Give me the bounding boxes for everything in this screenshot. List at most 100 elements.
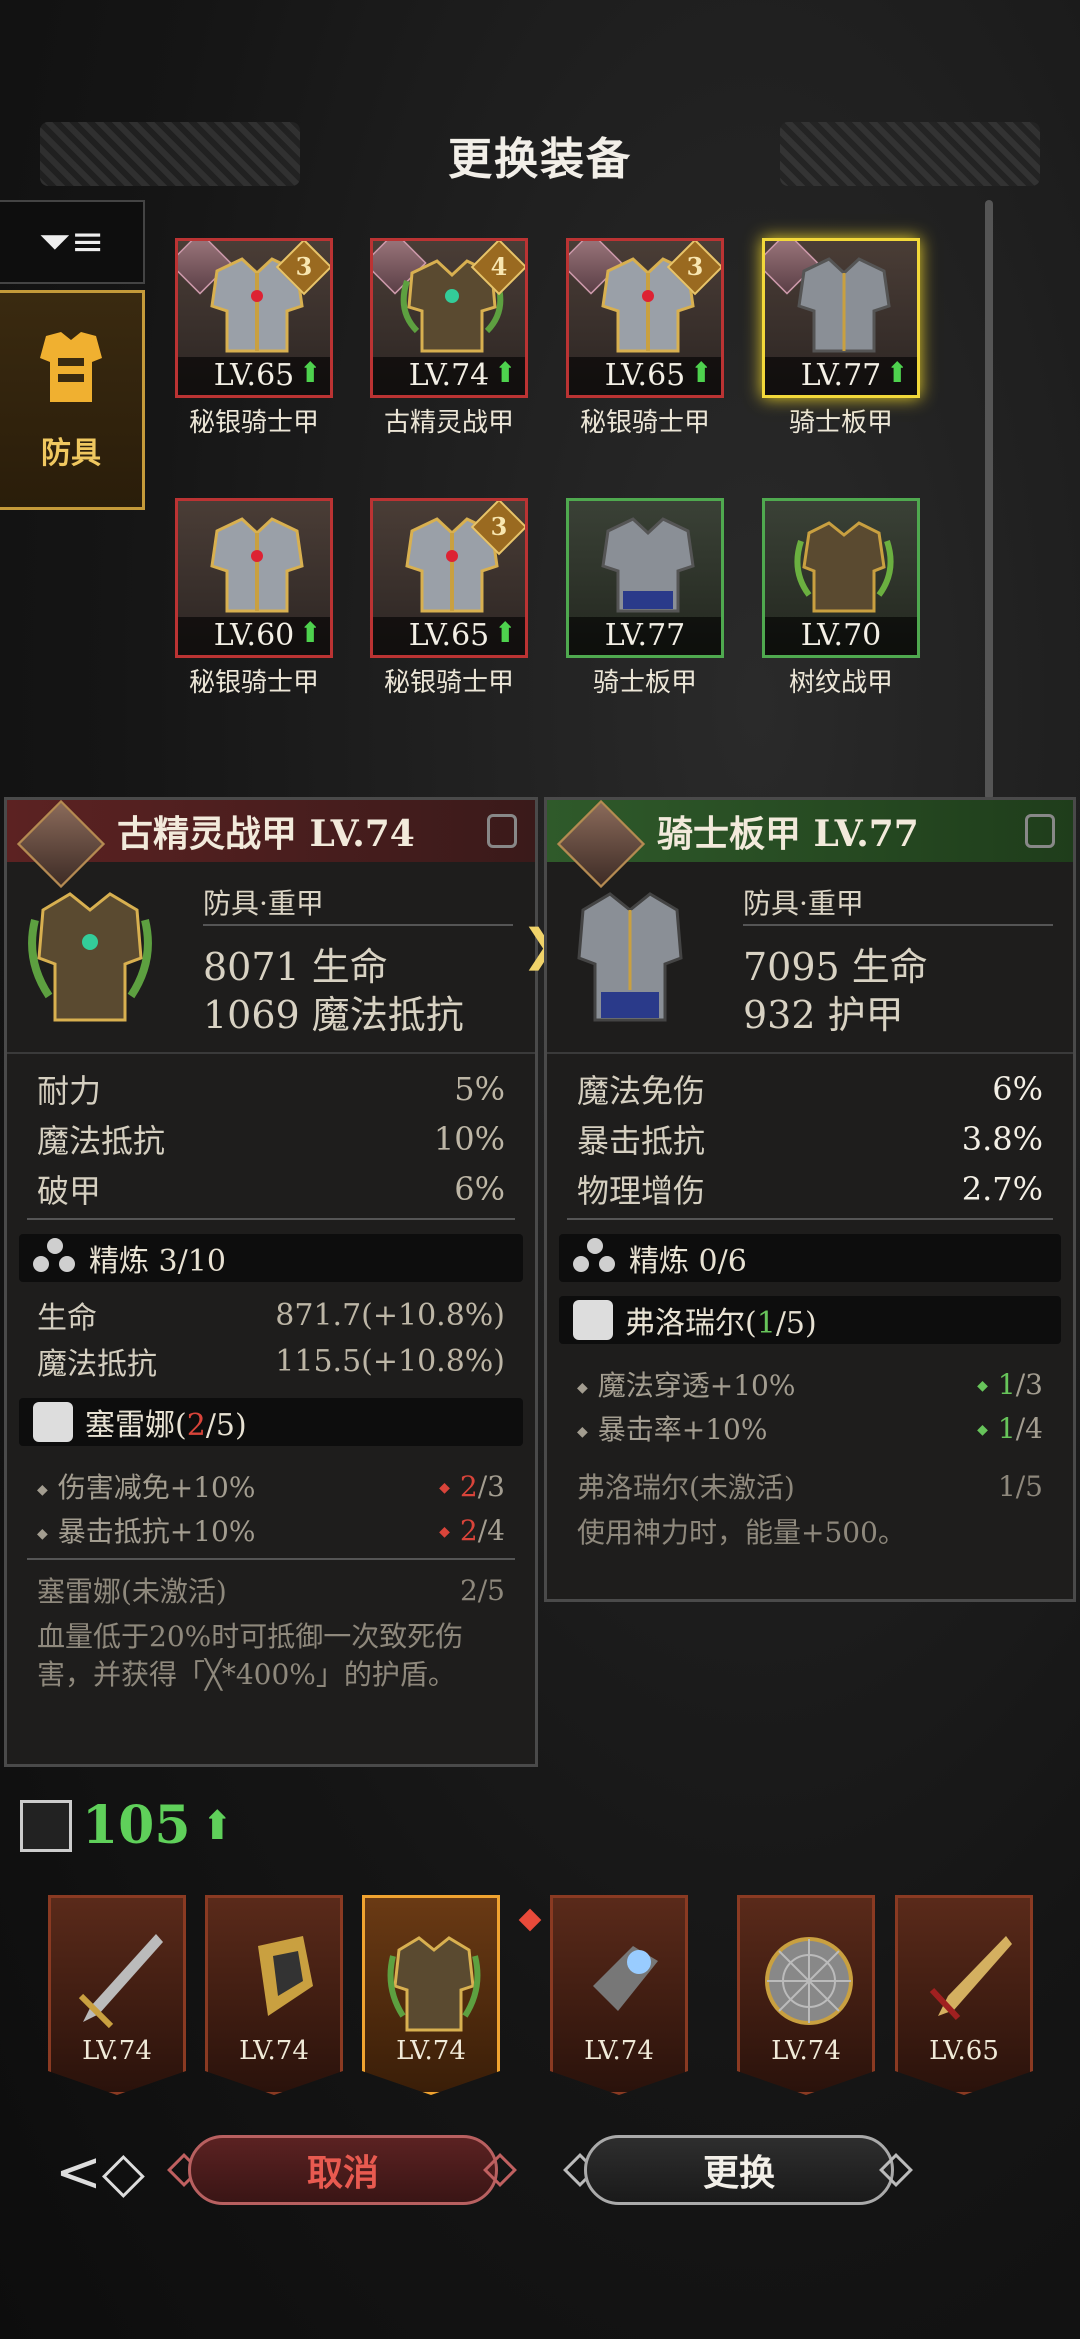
equip-slot-gauntlet[interactable]: LV.74	[550, 1895, 688, 2095]
equipment-name: 骑士板甲	[788, 408, 893, 438]
plate-armor-icon	[601, 517, 695, 613]
item-level: LV.65	[929, 2036, 999, 2066]
item-level: LV.70	[765, 617, 917, 655]
main-stat-secondary: 932 护甲	[743, 993, 904, 1037]
equipment-item[interactable]: LV.70 树纹战甲	[762, 498, 920, 699]
stat-row: 魔法抵抗 10%	[37, 1120, 505, 1160]
new-equipment-panel: 骑士板甲 LV.77 防具·重甲 7095 生命 932 护甲 魔法免伤 6% 暴…	[544, 797, 1076, 1602]
set-bonus-row: 暴击抵抗+10%2/4	[37, 1508, 505, 1552]
set-effect-inactive: 塞雷娜(未激活) 2/5 血量低于20%时可抵御一次致死伤害，并获得「╳*400%…	[7, 1560, 535, 1704]
upgrade-arrow-icon: ⬆	[298, 616, 322, 649]
main-stat-hp: 7095 生命	[743, 945, 928, 989]
set-icon	[573, 1300, 613, 1340]
item-level: LV.74	[239, 2036, 309, 2066]
gauntlet-icon	[593, 1946, 658, 2011]
set-bonus-row: 魔法穿透+10%1/3	[577, 1362, 1043, 1406]
stat-row: 暴击抵抗 3.8%	[577, 1120, 1043, 1160]
filter-button[interactable]: ⏷≡	[0, 200, 145, 284]
lock-icon[interactable]	[487, 814, 517, 848]
equipment-card: LV.60 ⬆	[175, 498, 333, 658]
helmet-icon	[258, 1936, 313, 2016]
back-icon[interactable]: <◇	[55, 2140, 145, 2205]
equip-slot-armor[interactable]: LV.74	[362, 1895, 500, 2095]
upgrade-arrow-icon: ⬆	[689, 356, 713, 389]
set-bonuses: 伤害减免+10%2/3 暴击抵抗+10%2/4	[7, 1456, 535, 1558]
set-section-header: 弗洛瑞尔(1/5)	[559, 1296, 1061, 1344]
sword-icon	[78, 1934, 163, 2029]
sub-stats: 魔法免伤 6% 暴击抵抗 3.8% 物理增伤 2.7%	[547, 1052, 1073, 1218]
equipment-item[interactable]: 3 LV.65 ⬆ 秘银骑士甲	[566, 238, 724, 439]
set-effect-description: 血量低于20%时可抵御一次致死伤害，并获得「╳*400%」的护盾。	[37, 1620, 464, 1691]
equipment-item[interactable]: 3 LV.65 ⬆ 秘银骑士甲	[370, 498, 528, 699]
set-bonuses: 魔法穿透+10%1/3 暴击率+10%1/4	[547, 1354, 1073, 1456]
equipment-item-selected[interactable]: LV.77 ⬆ 骑士板甲	[762, 238, 920, 439]
swap-button[interactable]: 更换	[584, 2135, 894, 2205]
elven-armor-icon	[28, 892, 152, 1022]
equip-slot-helmet[interactable]: LV.74	[205, 1895, 343, 2095]
armor-tab-icon	[40, 332, 102, 402]
divider	[567, 1218, 1053, 1220]
panel-summary: 防具·重甲 8071 生命 1069 魔法抵抗	[7, 862, 535, 1052]
set-effect-title: 塞雷娜(未激活) 2/5	[37, 1573, 505, 1609]
stat-row: 魔法抵抗 115.5(+10.8%)	[37, 1343, 505, 1383]
divider	[203, 924, 513, 926]
equipment-card: 3 LV.65 ⬆	[566, 238, 724, 398]
chest-armor-icon	[210, 517, 304, 613]
set-icon	[33, 1402, 73, 1442]
main-stat-hp: 8071 生命	[203, 945, 388, 989]
equipment-name: 秘银骑士甲	[383, 668, 514, 698]
equipment-card: LV.77	[566, 498, 724, 658]
power-value: 105	[82, 1795, 191, 1856]
scrollbar[interactable]	[985, 200, 993, 800]
equipment-name: 秘银骑士甲	[188, 408, 319, 438]
tab-armor[interactable]: 防具	[0, 290, 145, 510]
equip-slot-weapon[interactable]: LV.74	[48, 1895, 186, 2095]
equipment-card: 3 LV.65 ⬆	[175, 238, 333, 398]
equipment-name: 秘银骑士甲	[188, 668, 319, 698]
filter-icon: ⏷≡	[38, 219, 105, 265]
main-stat-secondary: 1069 魔法抵抗	[203, 993, 464, 1037]
tab-armor-label: 防具	[41, 436, 101, 471]
stat-row: 魔法免伤 6%	[577, 1070, 1043, 1110]
divider	[743, 924, 1053, 926]
plate-armor-icon	[797, 257, 891, 353]
upgrade-arrow-icon: ⬆	[298, 356, 322, 389]
item-level: LV.77	[569, 617, 721, 655]
equipment-item[interactable]: LV.60 ⬆ 秘银骑士甲	[175, 498, 333, 699]
set-section-header: 塞雷娜(2/5)	[19, 1398, 523, 1446]
equip-slot-shield[interactable]: LV.74	[737, 1895, 875, 2095]
item-level: LV.74	[771, 2036, 841, 2066]
equip-slot-accessory[interactable]: LV.65	[895, 1895, 1033, 2095]
equipment-item[interactable]: 4 LV.74 ⬆ 古精灵战甲	[370, 238, 528, 439]
refine-icon	[573, 1238, 617, 1278]
power-up-arrow-icon: ⬆	[200, 1802, 235, 1849]
lock-icon[interactable]	[1025, 814, 1055, 848]
equipment-card: 3 LV.65 ⬆	[370, 498, 528, 658]
set-effect-title: 弗洛瑞尔(未激活) 1/5	[577, 1469, 1043, 1505]
equipment-card: 4 LV.74 ⬆	[370, 238, 528, 398]
refine-section-header: 精炼 0/6	[559, 1234, 1061, 1282]
item-level: LV.74	[82, 2036, 152, 2066]
item-level: LV.74	[584, 2036, 654, 2066]
equipment-name: 秘银骑士甲	[579, 408, 710, 438]
header-knot-decoration	[780, 122, 1040, 186]
equipment-type: 防具·重甲	[743, 887, 864, 920]
power-icon	[20, 1799, 72, 1852]
equipment-item[interactable]: LV.77 骑士板甲	[566, 498, 724, 699]
item-level: LV.74	[396, 2036, 466, 2066]
upgrade-arrow-icon: ⬆	[493, 356, 517, 389]
dagger-icon	[929, 1936, 1012, 2021]
panel-summary: 防具·重甲 7095 生命 932 护甲	[547, 862, 1073, 1052]
shield-icon	[765, 1937, 853, 2025]
armor-icon	[387, 1936, 481, 2032]
cancel-button[interactable]: 取消	[188, 2135, 498, 2205]
plate-armor-icon	[577, 892, 683, 1022]
upgrade-arrow-icon: ⬆	[493, 616, 517, 649]
header: 更换装备	[0, 110, 1080, 200]
stat-row: 耐力 5%	[37, 1070, 505, 1110]
equipment-name: 骑士板甲	[592, 668, 697, 698]
divider	[27, 1218, 515, 1220]
equipment-name: 树纹战甲	[788, 668, 893, 698]
set-bonus-row: 暴击率+10%1/4	[577, 1406, 1043, 1450]
equipment-item[interactable]: 3 LV.65 ⬆ 秘银骑士甲	[175, 238, 333, 439]
